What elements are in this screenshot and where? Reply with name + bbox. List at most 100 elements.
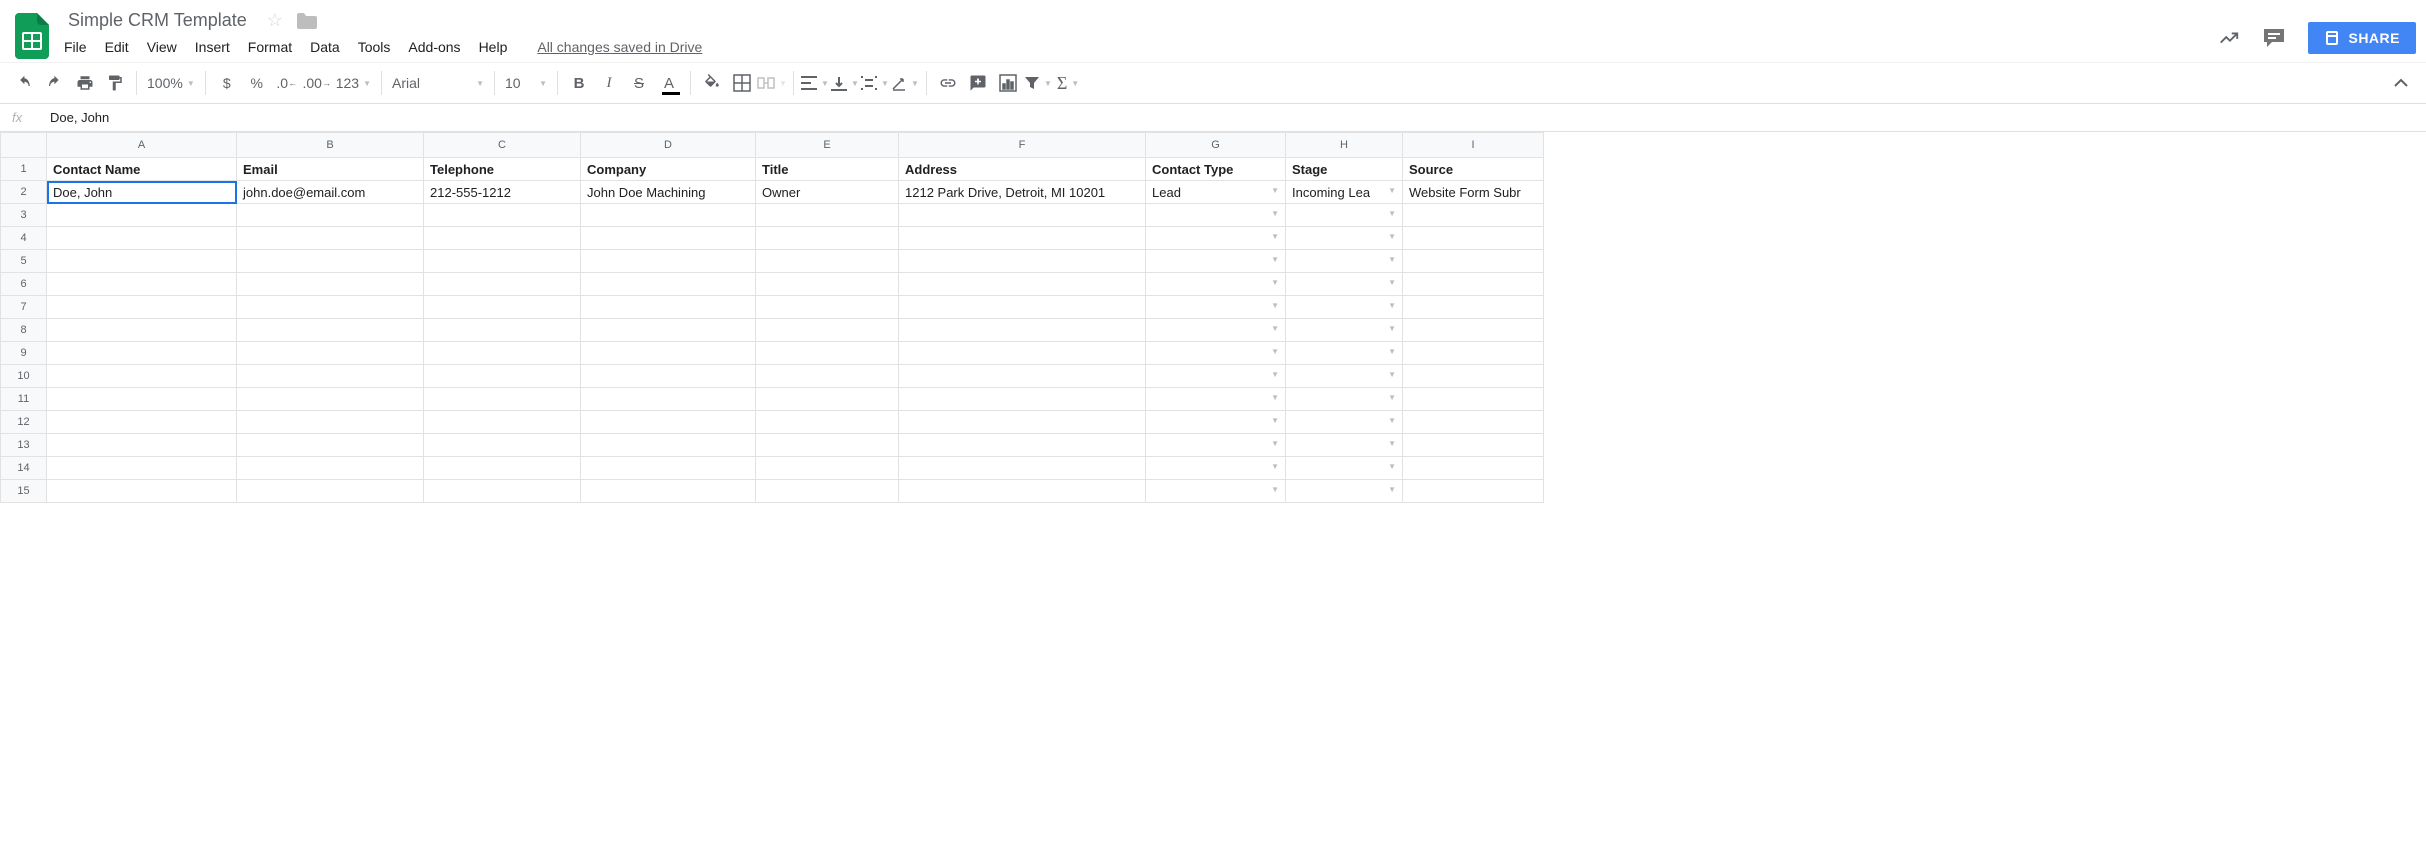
cell-E14[interactable] <box>756 457 899 480</box>
cell-B2[interactable]: john.doe@email.com <box>237 181 424 204</box>
cell-D10[interactable] <box>581 365 756 388</box>
cell-D7[interactable] <box>581 296 756 319</box>
row-header-7[interactable]: 7 <box>1 296 47 319</box>
cell-H3[interactable] <box>1286 204 1403 227</box>
cell-I8[interactable] <box>1403 319 1544 342</box>
cell-F11[interactable] <box>899 388 1146 411</box>
cell-C2[interactable]: 212-555-1212 <box>424 181 581 204</box>
cell-E5[interactable] <box>756 250 899 273</box>
cell-A12[interactable] <box>47 411 237 434</box>
row-header-2[interactable]: 2 <box>1 181 47 204</box>
link-icon[interactable] <box>933 68 963 98</box>
menu-tools[interactable]: Tools <box>358 39 391 55</box>
cell-C15[interactable] <box>424 480 581 503</box>
cell-D14[interactable] <box>581 457 756 480</box>
zoom-select[interactable]: 100%▼ <box>143 68 199 98</box>
cell-I9[interactable] <box>1403 342 1544 365</box>
borders-icon[interactable] <box>727 68 757 98</box>
row-header-12[interactable]: 12 <box>1 411 47 434</box>
cell-A7[interactable] <box>47 296 237 319</box>
cell-G3[interactable] <box>1146 204 1286 227</box>
cell-G9[interactable] <box>1146 342 1286 365</box>
strike-icon[interactable]: S <box>624 68 654 98</box>
cell-G12[interactable] <box>1146 411 1286 434</box>
sheets-logo-icon[interactable] <box>12 10 52 62</box>
cell-E9[interactable] <box>756 342 899 365</box>
menu-edit[interactable]: Edit <box>105 39 129 55</box>
formula-bar[interactable]: fx Doe, John <box>0 104 2426 132</box>
cell-D9[interactable] <box>581 342 756 365</box>
cell-C13[interactable] <box>424 434 581 457</box>
row-header-5[interactable]: 5 <box>1 250 47 273</box>
cell-G13[interactable] <box>1146 434 1286 457</box>
cell-D1[interactable]: Company <box>581 158 756 181</box>
cell-A13[interactable] <box>47 434 237 457</box>
cell-F13[interactable] <box>899 434 1146 457</box>
cell-H11[interactable] <box>1286 388 1403 411</box>
cell-B9[interactable] <box>237 342 424 365</box>
cell-A5[interactable] <box>47 250 237 273</box>
cell-B13[interactable] <box>237 434 424 457</box>
row-header-1[interactable]: 1 <box>1 158 47 181</box>
italic-icon[interactable]: I <box>594 68 624 98</box>
cell-B7[interactable] <box>237 296 424 319</box>
cell-D5[interactable] <box>581 250 756 273</box>
cell-C8[interactable] <box>424 319 581 342</box>
cell-A8[interactable] <box>47 319 237 342</box>
format-percent[interactable]: % <box>242 68 272 98</box>
cell-D6[interactable] <box>581 273 756 296</box>
menu-addons[interactable]: Add-ons <box>408 39 460 55</box>
cell-E15[interactable] <box>756 480 899 503</box>
print-icon[interactable] <box>70 68 100 98</box>
row-header-13[interactable]: 13 <box>1 434 47 457</box>
cell-C9[interactable] <box>424 342 581 365</box>
cell-H5[interactable] <box>1286 250 1403 273</box>
functions-icon[interactable]: Σ▼ <box>1053 68 1083 98</box>
cell-B14[interactable] <box>237 457 424 480</box>
col-header-H[interactable]: H <box>1286 133 1403 158</box>
cell-H2[interactable]: Incoming Lea <box>1286 181 1403 204</box>
cell-A14[interactable] <box>47 457 237 480</box>
cell-A6[interactable] <box>47 273 237 296</box>
cell-G7[interactable] <box>1146 296 1286 319</box>
cell-C11[interactable] <box>424 388 581 411</box>
cell-E2[interactable]: Owner <box>756 181 899 204</box>
cell-I12[interactable] <box>1403 411 1544 434</box>
cell-B11[interactable] <box>237 388 424 411</box>
col-header-F[interactable]: F <box>899 133 1146 158</box>
cell-E4[interactable] <box>756 227 899 250</box>
comments-icon[interactable] <box>2262 27 2286 49</box>
cell-B5[interactable] <box>237 250 424 273</box>
cell-B12[interactable] <box>237 411 424 434</box>
cell-B15[interactable] <box>237 480 424 503</box>
cell-I11[interactable] <box>1403 388 1544 411</box>
cell-D3[interactable] <box>581 204 756 227</box>
increase-decimal[interactable]: .00→ <box>302 68 332 98</box>
cell-G10[interactable] <box>1146 365 1286 388</box>
cell-E3[interactable] <box>756 204 899 227</box>
cell-D2[interactable]: John Doe Machining <box>581 181 756 204</box>
cell-A2[interactable]: Doe, John <box>47 181 237 204</box>
cell-I3[interactable] <box>1403 204 1544 227</box>
cell-E10[interactable] <box>756 365 899 388</box>
cell-F14[interactable] <box>899 457 1146 480</box>
cell-A10[interactable] <box>47 365 237 388</box>
cell-G11[interactable] <box>1146 388 1286 411</box>
col-header-C[interactable]: C <box>424 133 581 158</box>
menu-help[interactable]: Help <box>479 39 508 55</box>
cell-B1[interactable]: Email <box>237 158 424 181</box>
cell-H4[interactable] <box>1286 227 1403 250</box>
cell-A11[interactable] <box>47 388 237 411</box>
paint-format-icon[interactable] <box>100 68 130 98</box>
row-header-4[interactable]: 4 <box>1 227 47 250</box>
filter-icon[interactable]: ▼ <box>1023 68 1053 98</box>
format-currency[interactable]: $ <box>212 68 242 98</box>
cell-A1[interactable]: Contact Name <box>47 158 237 181</box>
fill-color-icon[interactable] <box>697 68 727 98</box>
bold-icon[interactable]: B <box>564 68 594 98</box>
explore-icon[interactable] <box>2218 27 2240 49</box>
row-header-3[interactable]: 3 <box>1 204 47 227</box>
cell-B3[interactable] <box>237 204 424 227</box>
rotate-icon[interactable]: ▼ <box>890 68 920 98</box>
cell-F2[interactable]: 1212 Park Drive, Detroit, MI 10201 <box>899 181 1146 204</box>
